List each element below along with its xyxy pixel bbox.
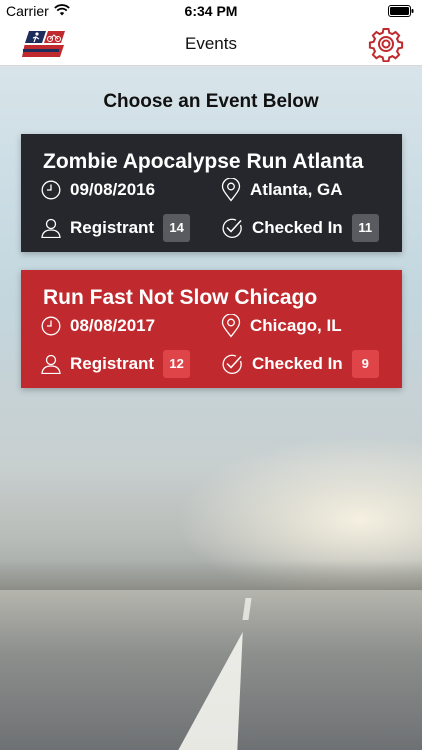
check-circle-icon: [222, 218, 242, 238]
event-name: Run Fast Not Slow Chicago: [43, 286, 318, 309]
nav-bar: Events: [0, 22, 422, 66]
checked-in-badge: 9: [351, 350, 379, 378]
checked-in-label: Checked In: [252, 354, 343, 373]
event-date: 09/08/2016: [41, 180, 155, 200]
nav-title: Events: [185, 34, 237, 53]
clock-icon: [41, 316, 61, 336]
registrant-badge: 12: [163, 350, 191, 378]
location-pin-icon: [221, 314, 241, 338]
event-location: Atlanta, GA: [221, 178, 343, 202]
event-date: 08/08/2017: [41, 316, 155, 336]
battery-icon: [388, 5, 414, 17]
clock-icon: [41, 180, 61, 200]
person-icon: [41, 218, 61, 238]
registrant-label: Registrant: [70, 218, 155, 237]
event-location-text: Atlanta, GA: [250, 180, 343, 199]
registrant-count[interactable]: Registrant 14: [41, 214, 191, 242]
status-bar: Carrier 6:34 PM: [0, 0, 422, 22]
event-date-text: 08/08/2017: [70, 316, 156, 335]
event-date-text: 09/08/2016: [70, 180, 156, 199]
checked-in-count[interactable]: Checked In 9: [221, 350, 379, 378]
checked-in-count[interactable]: Checked In 11: [221, 214, 379, 242]
location-pin-icon: [221, 178, 241, 202]
registrant-count[interactable]: Registrant 12: [41, 350, 191, 378]
check-circle-icon: [222, 354, 242, 374]
event-name: Zombie Apocalypse Run Atlanta: [43, 150, 364, 173]
event-card[interactable]: Zombie Apocalypse Run Atlanta 09/08/2016…: [21, 134, 402, 252]
event-location-text: Chicago, IL: [250, 316, 342, 335]
checked-in-label: Checked In: [252, 218, 343, 237]
event-location: Chicago, IL: [221, 314, 342, 338]
person-icon: [41, 354, 61, 374]
gear-icon[interactable]: [368, 26, 404, 62]
registrant-label: Registrant: [70, 354, 155, 373]
event-card[interactable]: Run Fast Not Slow Chicago 08/08/2017 Chi…: [21, 270, 402, 388]
clock-time: 6:34 PM: [184, 3, 238, 19]
page-heading: Choose an Event Below: [103, 91, 319, 112]
checked-in-badge: 11: [351, 214, 379, 242]
registrant-badge: 14: [163, 214, 191, 242]
